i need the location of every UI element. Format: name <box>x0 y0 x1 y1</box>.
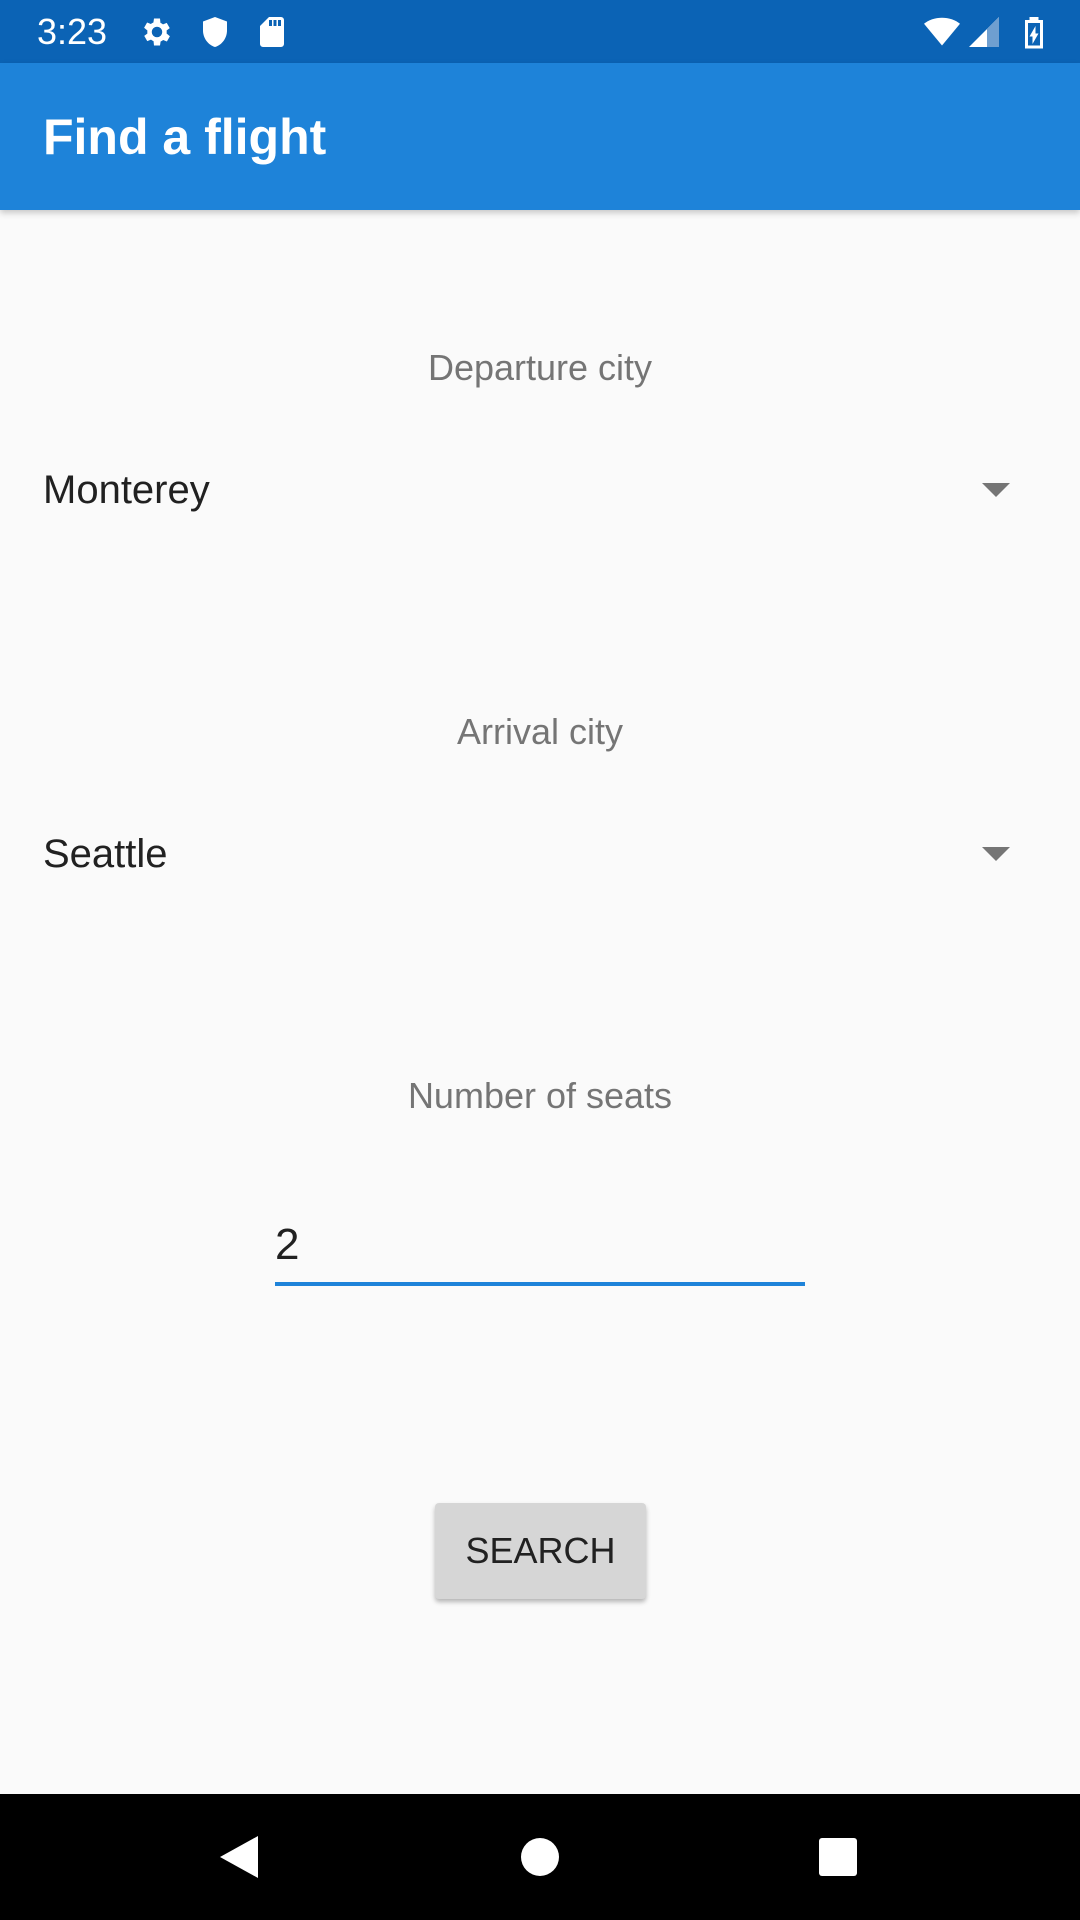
seats-input[interactable]: 2 <box>275 1210 805 1286</box>
wifi-icon <box>924 14 960 50</box>
status-bar: 3:23 <box>0 0 1080 63</box>
back-icon[interactable] <box>216 1832 266 1882</box>
departure-city-spinner[interactable]: Monterey <box>0 435 1080 545</box>
departure-city-value: Monterey <box>43 468 210 512</box>
shield-icon <box>197 14 233 50</box>
recents-icon[interactable] <box>813 1832 863 1882</box>
seats-label: Number of seats <box>407 1075 673 1116</box>
battery-charging-icon <box>1016 14 1052 50</box>
search-button[interactable]: SEARCH <box>435 1503 646 1599</box>
sd-card-icon <box>254 14 290 50</box>
arrival-city-label: Arrival city <box>456 711 623 752</box>
departure-city-label: Departure city <box>427 347 653 388</box>
seats-value: 2 <box>275 1220 300 1269</box>
cell-signal-icon <box>966 14 1002 50</box>
gear-icon <box>139 14 175 50</box>
dropdown-arrow-icon <box>982 847 1010 861</box>
navigation-bar <box>0 1794 1080 1920</box>
page-title: Find a flight <box>43 109 327 165</box>
app-bar: Find a flight <box>0 63 1080 210</box>
status-time: 3:23 <box>37 11 108 52</box>
arrival-city-value: Seattle <box>43 832 168 876</box>
dropdown-arrow-icon <box>982 483 1010 497</box>
home-icon[interactable] <box>515 1832 565 1882</box>
arrival-city-spinner[interactable]: Seattle <box>0 799 1080 909</box>
